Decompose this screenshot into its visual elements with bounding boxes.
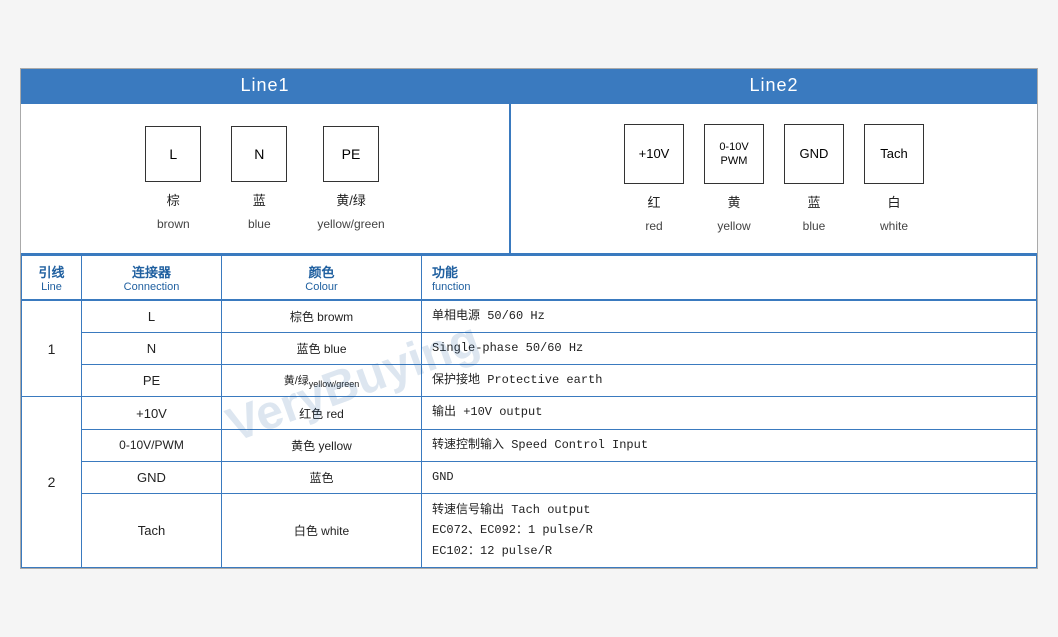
table-row: N 蓝色 blue Single-phase 50/60 Hz [22, 333, 1037, 365]
conn-10V-cell: +10V [82, 397, 222, 429]
conn-PE-cell: PE [82, 365, 222, 397]
connector-en-PE: yellow/green [317, 217, 384, 231]
th-conn-en: Connection [92, 281, 211, 293]
conn-GND-cell: GND [82, 461, 222, 493]
connector-en-GND: blue [803, 219, 826, 233]
connector-box-PWM: 0-10VPWM [704, 124, 764, 184]
connector-L: L 棕 brown [145, 126, 201, 231]
colour-N-cell: 蓝色 blue [222, 333, 422, 365]
connector-box-PE: PE [323, 126, 379, 182]
table-row: PE 黄/绿yellow/green 保护接地 Protective earth [22, 365, 1037, 397]
th-line-cn: 引线 [32, 262, 71, 281]
colour-L-cell: 棕色 browm [222, 300, 422, 333]
wiring-table: 引线 Line 连接器 Connection 颜色 Colour 功能 func… [21, 255, 1037, 568]
connector-cn-10V: 红 [647, 192, 660, 211]
connector-Tach: Tach 白 white [864, 124, 924, 233]
connector-cn-PWM: 黄 [727, 192, 740, 211]
colour-GND-cell: 蓝色 [222, 461, 422, 493]
connector-10V: +10V 红 red [624, 124, 684, 233]
table-row: 2 +10V 红色 red 输出 +10V output [22, 397, 1037, 429]
diagram-line1: L 棕 brown N 蓝 blue PE 黄/绿 yellow/green [21, 104, 511, 253]
conn-PWM-cell: 0-10V/PWM [82, 429, 222, 461]
header-line1: Line1 [21, 69, 511, 102]
th-func-en: function [432, 281, 1026, 293]
connector-box-Tach: Tach [864, 124, 924, 184]
line-1-cell: 1 [22, 300, 82, 397]
connector-cn-L: 棕 [167, 190, 180, 209]
th-colour: 颜色 Colour [222, 255, 422, 300]
colour-PWM-cell: 黄色 yellow [222, 429, 422, 461]
th-conn: 连接器 Connection [82, 255, 222, 300]
th-colour-cn: 颜色 [232, 262, 411, 281]
main-container: Line1 Line2 L 棕 brown N 蓝 blue PE 黄/绿 ye… [20, 68, 1038, 569]
th-line: 引线 Line [22, 255, 82, 300]
th-conn-cn: 连接器 [92, 262, 211, 281]
connector-en-PWM: yellow [717, 219, 750, 233]
header-row: Line1 Line2 [21, 69, 1037, 104]
connector-cn-Tach: 白 [887, 192, 900, 211]
connector-en-Tach: white [880, 219, 908, 233]
th-colour-en: Colour [232, 281, 411, 293]
connector-en-10V: red [645, 219, 662, 233]
connector-box-10V: +10V [624, 124, 684, 184]
conn-Tach-cell: Tach [82, 493, 222, 567]
func-10V-cell: 输出 +10V output [422, 397, 1037, 429]
diagram-row: L 棕 brown N 蓝 blue PE 黄/绿 yellow/green +… [21, 104, 1037, 255]
table-body: 1 L 棕色 browm 单相电源 50/60 Hz N 蓝色 blue Sin… [22, 300, 1037, 568]
connector-cn-PE: 黄/绿 [336, 190, 366, 209]
func-N-cell: Single-phase 50/60 Hz [422, 333, 1037, 365]
colour-PE-cell: 黄/绿yellow/green [222, 365, 422, 397]
table-row: 0-10V/PWM 黄色 yellow 转速控制输入 Speed Control… [22, 429, 1037, 461]
connector-PWM: 0-10VPWM 黄 yellow [704, 124, 764, 233]
conn-L-cell: L [82, 300, 222, 333]
func-Tach-cell: 转速信号输出 Tach outputEC072、EC092：1 pulse/RE… [422, 493, 1037, 567]
line-2-cell: 2 [22, 397, 82, 568]
connector-GND: GND 蓝 blue [784, 124, 844, 233]
connector-N: N 蓝 blue [231, 126, 287, 231]
func-PWM-cell: 转速控制输入 Speed Control Input [422, 429, 1037, 461]
colour-Tach-cell: 白色 white [222, 493, 422, 567]
conn-N-cell: N [82, 333, 222, 365]
connector-PE: PE 黄/绿 yellow/green [317, 126, 384, 231]
th-line-en: Line [32, 281, 71, 293]
connector-cn-GND: 蓝 [807, 192, 820, 211]
table-wrapper: VeryBuying 引线 Line 连接器 Connection 颜色 Col… [21, 255, 1037, 568]
connector-en-L: brown [157, 217, 190, 231]
header-line2: Line2 [511, 69, 1037, 102]
connector-box-N: N [231, 126, 287, 182]
func-L-cell: 单相电源 50/60 Hz [422, 300, 1037, 333]
table-row: Tach 白色 white 转速信号输出 Tach outputEC072、EC… [22, 493, 1037, 567]
connector-box-L: L [145, 126, 201, 182]
connector-box-GND: GND [784, 124, 844, 184]
diagram-line2: +10V 红 red 0-10VPWM 黄 yellow GND 蓝 blue … [511, 104, 1037, 253]
th-func: 功能 function [422, 255, 1037, 300]
th-func-cn: 功能 [432, 262, 1026, 281]
connector-en-N: blue [248, 217, 271, 231]
func-GND-cell: GND [422, 461, 1037, 493]
table-row: 1 L 棕色 browm 单相电源 50/60 Hz [22, 300, 1037, 333]
func-PE-cell: 保护接地 Protective earth [422, 365, 1037, 397]
table-row: GND 蓝色 GND [22, 461, 1037, 493]
colour-10V-cell: 红色 red [222, 397, 422, 429]
table-header-row: 引线 Line 连接器 Connection 颜色 Colour 功能 func… [22, 255, 1037, 300]
connector-cn-N: 蓝 [253, 190, 266, 209]
